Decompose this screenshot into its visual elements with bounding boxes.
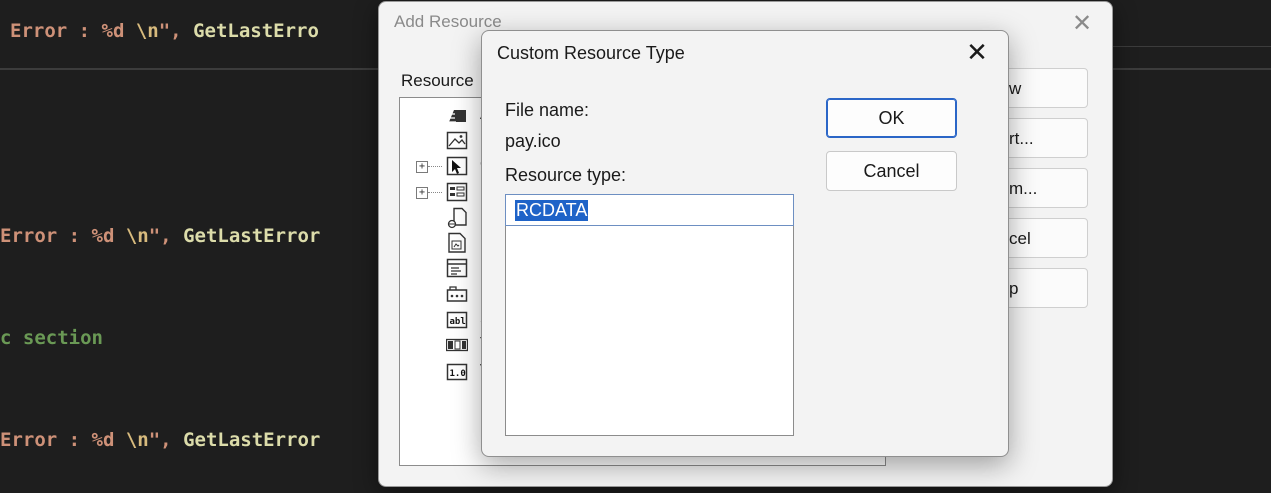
code-line: Error : %d \n", GetLastErro <box>10 20 319 42</box>
custom-resource-type-dialog: Custom Resource Type ✕ File name: pay.ic… <box>481 30 1009 457</box>
file-name-label: File name: <box>505 100 590 120</box>
dialog-icon <box>446 182 468 202</box>
resource-type-list[interactable] <box>505 226 794 436</box>
code-line: Error : %d \n", GetLastError <box>0 225 321 247</box>
resource-type-label: Resource <box>401 71 474 90</box>
bitmap-icon <box>446 131 468 151</box>
tree-connector <box>428 166 442 167</box>
editor-divider <box>1110 46 1271 47</box>
expand-icon[interactable]: + <box>416 161 428 173</box>
accelerator-icon <box>446 106 468 126</box>
expand-icon[interactable]: + <box>416 187 428 199</box>
icon-icon <box>446 232 468 253</box>
string-table-icon: abl <box>446 311 468 331</box>
svg-text:1.0: 1.0 <box>450 369 466 379</box>
html-icon <box>446 207 468 229</box>
version-icon: 1.0 <box>446 363 468 383</box>
tree-connector <box>428 192 442 193</box>
dialog-title: Custom Resource Type <box>497 43 685 63</box>
ribbon-icon <box>446 284 468 304</box>
file-name-value: pay.ico <box>505 131 561 151</box>
dialog-title: Add Resource <box>394 12 502 31</box>
resource-type-input[interactable]: RCDATA <box>505 194 794 226</box>
code-line: c section <box>0 327 103 349</box>
close-icon[interactable]: ✕ <box>962 37 992 67</box>
resource-type-label: Resource type: <box>505 165 627 185</box>
cancel-button[interactable]: Cancel <box>826 151 957 191</box>
svg-text:abl: abl <box>450 317 466 327</box>
resource-type-selected-text[interactable]: RCDATA <box>515 200 589 221</box>
ok-button[interactable]: OK <box>826 98 957 138</box>
close-icon[interactable]: ✕ <box>1068 10 1096 38</box>
code-line: Error : %d \n", GetLastError <box>0 429 321 451</box>
menu-icon <box>446 258 468 278</box>
toolbar-icon <box>446 338 468 358</box>
cursor-icon <box>446 156 468 176</box>
